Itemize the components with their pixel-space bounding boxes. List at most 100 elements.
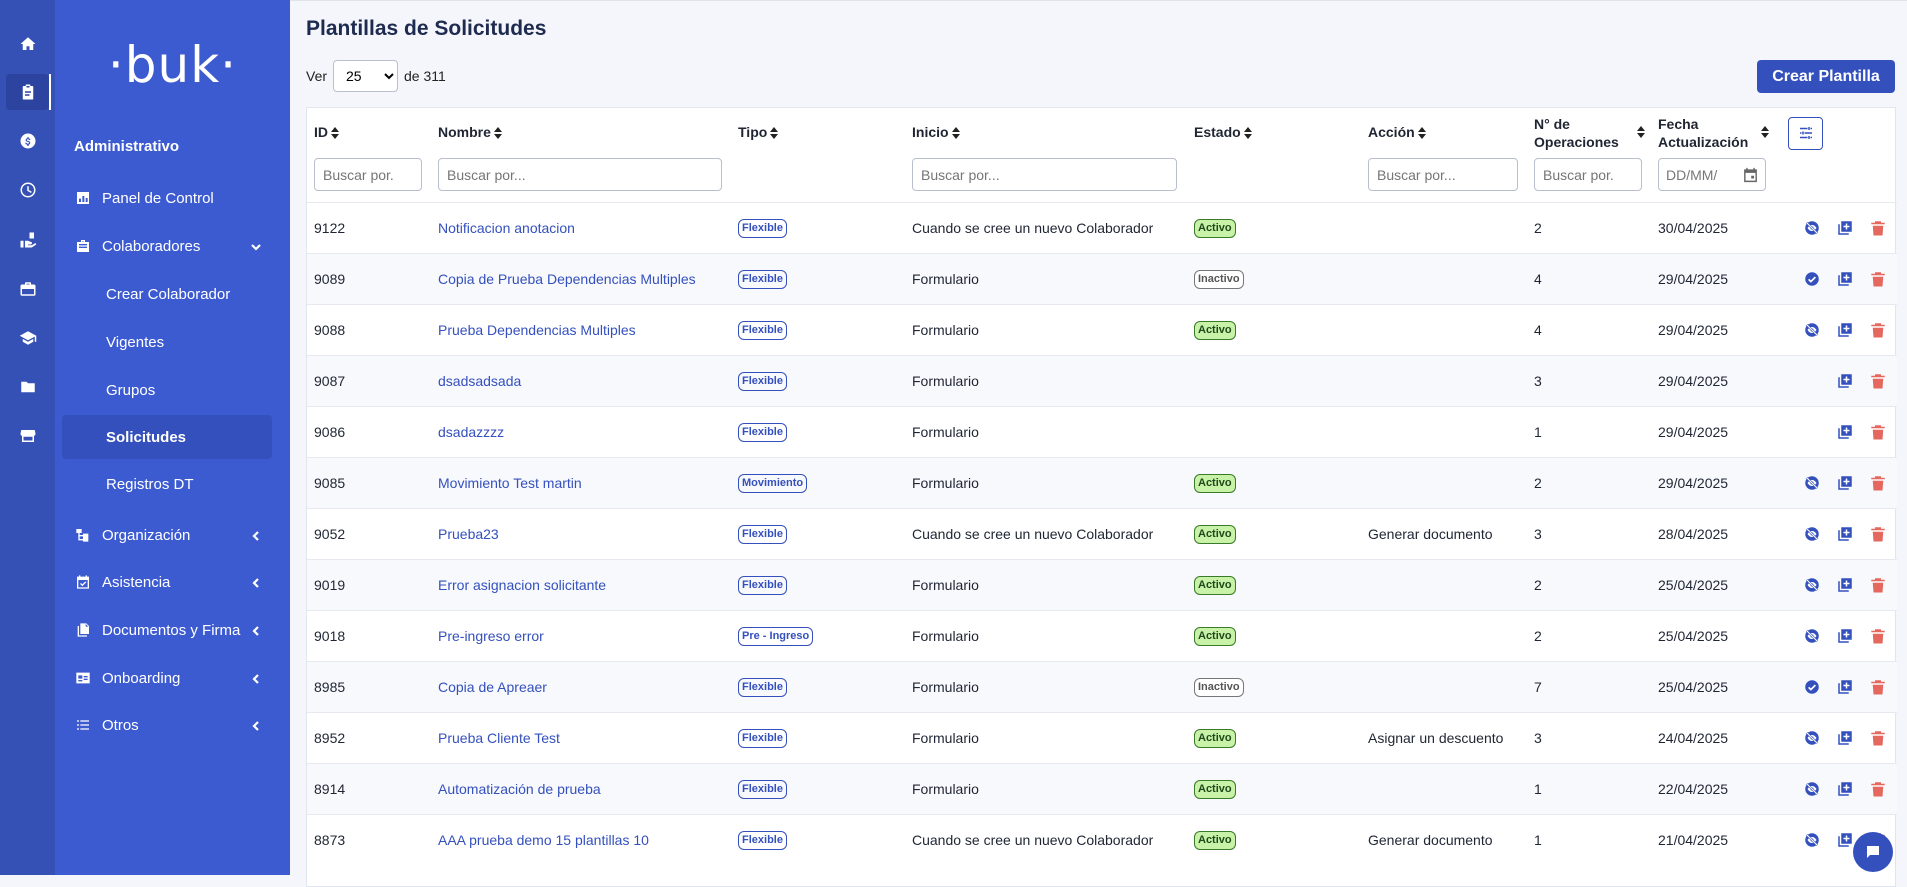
store-icon[interactable] bbox=[6, 418, 49, 454]
delete-icon[interactable] bbox=[1869, 372, 1887, 390]
filter-row: DD/MM/ bbox=[307, 158, 1897, 202]
column-header-operaciones[interactable]: N° de Operaciones bbox=[1527, 108, 1651, 158]
duplicate-icon[interactable] bbox=[1836, 678, 1854, 696]
delete-icon[interactable] bbox=[1869, 423, 1887, 441]
operaciones-filter-input[interactable] bbox=[1534, 158, 1642, 191]
hide-icon[interactable] bbox=[1803, 627, 1821, 645]
sidebar-subitem-crear-colaborador[interactable]: Crear Colaborador bbox=[55, 272, 290, 316]
hand-icon[interactable] bbox=[6, 222, 49, 258]
sort-icon[interactable] bbox=[493, 126, 502, 142]
sidebar-subitem-registros-dt[interactable]: Registros DT bbox=[55, 462, 290, 506]
sidebar-subitem-grupos[interactable]: Grupos bbox=[55, 368, 290, 412]
template-name-link[interactable]: Notificacion anotacion bbox=[438, 220, 575, 236]
page-size-select[interactable]: 25 bbox=[333, 60, 399, 92]
duplicate-icon[interactable] bbox=[1836, 729, 1854, 747]
delete-icon[interactable] bbox=[1869, 474, 1887, 492]
column-header-id[interactable]: ID bbox=[307, 108, 431, 158]
column-header-estado[interactable]: Estado bbox=[1187, 108, 1361, 158]
template-name-link[interactable]: Prueba Dependencias Multiples bbox=[438, 322, 636, 338]
buk-logo[interactable]: ·buk· bbox=[55, 36, 290, 94]
template-name-link[interactable]: dsadazzzz bbox=[438, 424, 504, 440]
hide-icon[interactable] bbox=[1803, 576, 1821, 594]
hide-icon[interactable] bbox=[1803, 780, 1821, 798]
template-name-link[interactable]: Copia de Apreaer bbox=[438, 679, 547, 695]
template-name-link[interactable]: Movimiento Test martin bbox=[438, 475, 582, 491]
sidebar-item-colaboradores[interactable]: Colaboradores bbox=[55, 224, 290, 268]
clipboard-icon[interactable] bbox=[6, 74, 51, 110]
check-circle-icon[interactable] bbox=[1803, 678, 1821, 696]
duplicate-icon[interactable] bbox=[1836, 627, 1854, 645]
clock-icon[interactable] bbox=[6, 172, 49, 208]
template-name-link[interactable]: Pre-ingreso error bbox=[438, 628, 544, 644]
hide-icon[interactable] bbox=[1803, 321, 1821, 339]
delete-icon[interactable] bbox=[1869, 780, 1887, 798]
money-icon[interactable] bbox=[6, 123, 49, 159]
column-header-fecha[interactable]: Fecha Actualización bbox=[1651, 108, 1775, 158]
template-name-link[interactable]: dsadsadsada bbox=[438, 373, 521, 389]
duplicate-icon[interactable] bbox=[1836, 831, 1854, 849]
sidebar-item-panel-de-control[interactable]: Panel de Control bbox=[55, 176, 290, 220]
template-name-link[interactable]: Automatización de prueba bbox=[438, 781, 601, 797]
template-name-link[interactable]: Prueba Cliente Test bbox=[438, 730, 560, 746]
sort-icon[interactable] bbox=[951, 126, 960, 142]
sort-icon[interactable] bbox=[1243, 126, 1252, 142]
template-name-link[interactable]: AAA prueba demo 15 plantillas 10 bbox=[438, 832, 649, 848]
hide-icon[interactable] bbox=[1803, 831, 1821, 849]
hide-icon[interactable] bbox=[1803, 219, 1821, 237]
folder-icon[interactable] bbox=[6, 369, 49, 405]
column-header-accion[interactable]: Acción bbox=[1361, 108, 1527, 158]
briefcase-icon[interactable] bbox=[6, 271, 49, 307]
id-filter-input[interactable] bbox=[314, 158, 422, 191]
sort-icon[interactable] bbox=[331, 126, 339, 142]
accion-filter-input[interactable] bbox=[1368, 158, 1518, 191]
create-template-button[interactable]: Crear Plantilla bbox=[1757, 60, 1895, 93]
sidebar-item-otros[interactable]: Otros bbox=[55, 703, 290, 747]
sidebar-item-documentos-y-firma[interactable]: Documentos y Firma bbox=[55, 608, 290, 652]
duplicate-icon[interactable] bbox=[1836, 525, 1854, 543]
sidebar-item-onboarding[interactable]: Onboarding bbox=[55, 656, 290, 700]
column-settings-button[interactable] bbox=[1788, 116, 1823, 150]
sort-icon[interactable] bbox=[1417, 126, 1426, 142]
delete-icon[interactable] bbox=[1869, 219, 1887, 237]
delete-icon[interactable] bbox=[1869, 270, 1887, 288]
column-header-nombre[interactable]: Nombre bbox=[431, 108, 731, 158]
sidebar-item-organizacion[interactable]: Organización bbox=[55, 513, 290, 557]
sidebar-subitem-solicitudes[interactable]: Solicitudes bbox=[62, 415, 272, 459]
sort-icon[interactable] bbox=[1637, 125, 1645, 141]
chat-button[interactable] bbox=[1853, 832, 1893, 872]
duplicate-icon[interactable] bbox=[1836, 219, 1854, 237]
template-name-link[interactable]: Prueba23 bbox=[438, 526, 499, 542]
delete-icon[interactable] bbox=[1869, 627, 1887, 645]
delete-icon[interactable] bbox=[1869, 321, 1887, 339]
check-circle-icon[interactable] bbox=[1803, 270, 1821, 288]
sort-icon[interactable] bbox=[1761, 125, 1769, 141]
duplicate-icon[interactable] bbox=[1836, 321, 1854, 339]
delete-icon[interactable] bbox=[1869, 525, 1887, 543]
duplicate-icon[interactable] bbox=[1836, 780, 1854, 798]
sidebar-item-asistencia[interactable]: Asistencia bbox=[55, 560, 290, 604]
duplicate-icon[interactable] bbox=[1836, 372, 1854, 390]
graduation-icon[interactable] bbox=[6, 320, 49, 356]
home-icon[interactable] bbox=[6, 26, 49, 62]
sidebar-subitem-vigentes[interactable]: Vigentes bbox=[55, 320, 290, 364]
template-name-link[interactable]: Error asignacion solicitante bbox=[438, 577, 606, 593]
inicio-filter-input[interactable] bbox=[912, 158, 1177, 191]
column-header-inicio[interactable]: Inicio bbox=[905, 108, 1187, 158]
delete-icon[interactable] bbox=[1869, 729, 1887, 747]
duplicate-icon[interactable] bbox=[1836, 576, 1854, 594]
column-header-tipo[interactable]: Tipo bbox=[731, 108, 905, 158]
status-badge: Activo bbox=[1194, 218, 1236, 238]
delete-icon[interactable] bbox=[1869, 678, 1887, 696]
sidebar-item-label: Documentos y Firma bbox=[102, 621, 241, 639]
hide-icon[interactable] bbox=[1803, 474, 1821, 492]
duplicate-icon[interactable] bbox=[1836, 474, 1854, 492]
hide-icon[interactable] bbox=[1803, 525, 1821, 543]
sort-icon[interactable] bbox=[770, 126, 779, 142]
duplicate-icon[interactable] bbox=[1836, 423, 1854, 441]
fecha-filter-input[interactable]: DD/MM/ bbox=[1658, 158, 1766, 191]
hide-icon[interactable] bbox=[1803, 729, 1821, 747]
duplicate-icon[interactable] bbox=[1836, 270, 1854, 288]
delete-icon[interactable] bbox=[1869, 576, 1887, 594]
template-name-link[interactable]: Copia de Prueba Dependencias Multiples bbox=[438, 271, 696, 287]
nombre-filter-input[interactable] bbox=[438, 158, 722, 191]
